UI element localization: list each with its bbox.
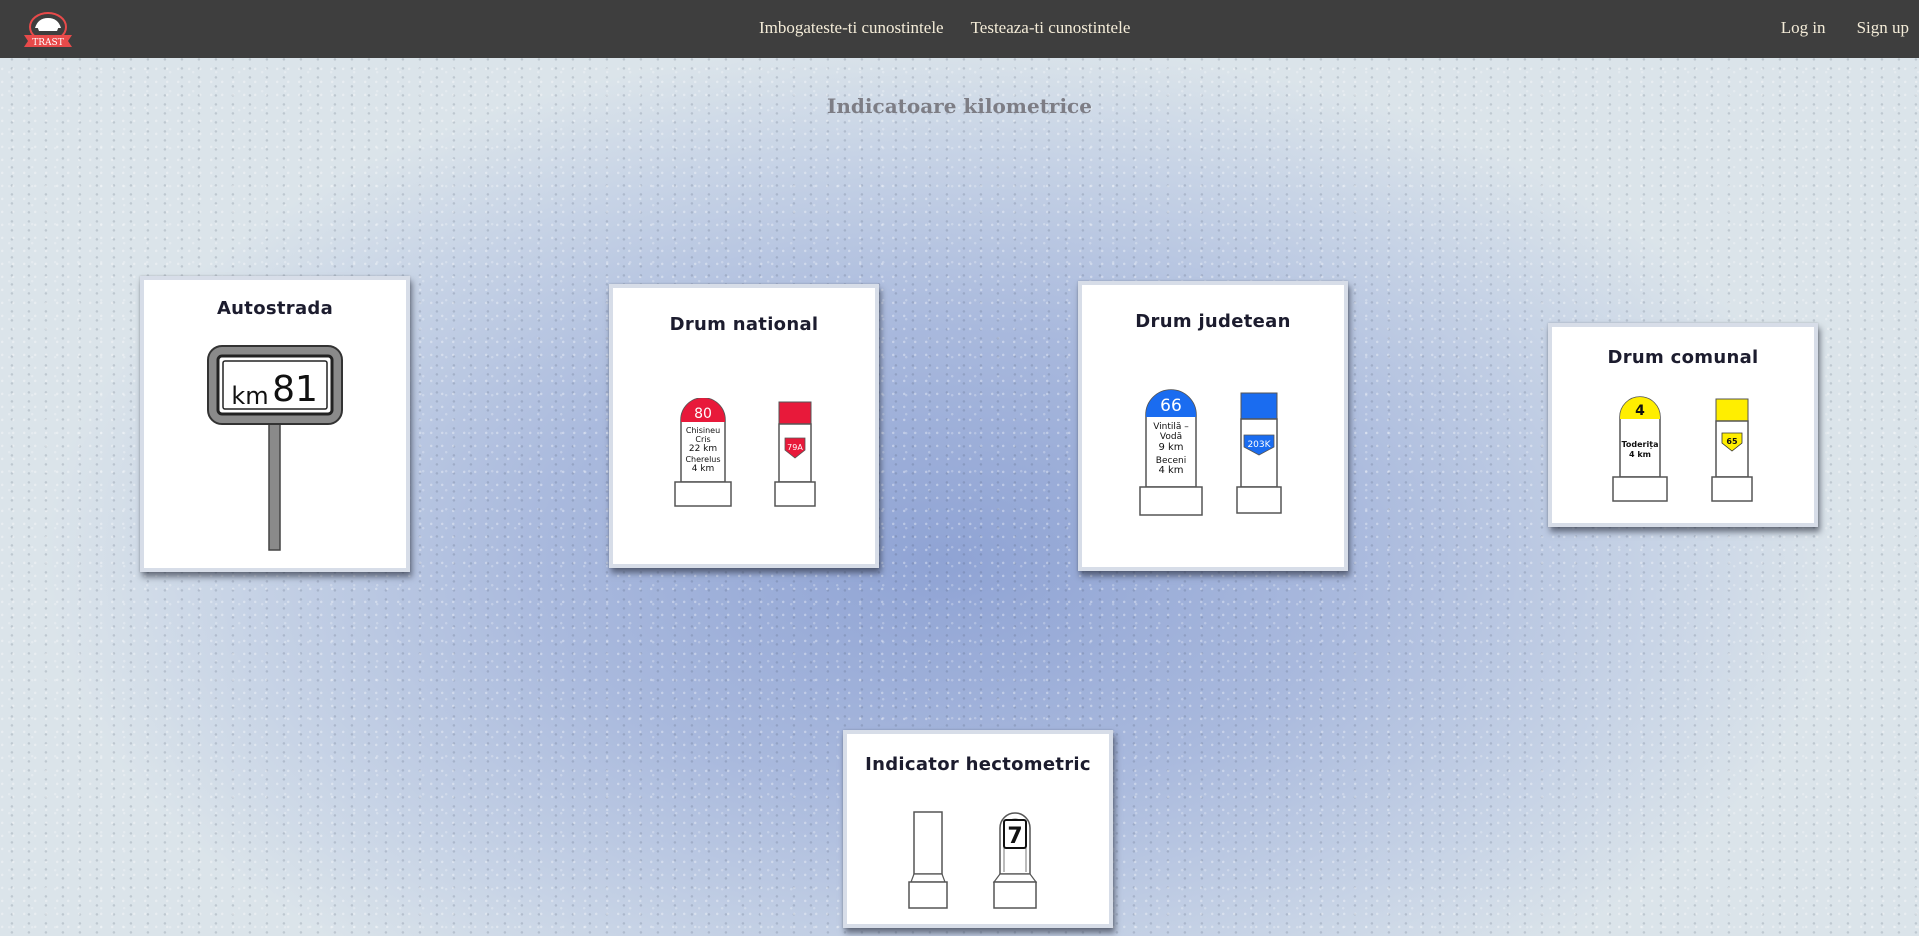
milestone-number: 66 (1160, 396, 1182, 416)
card-autostrada[interactable]: Autostrada km 81 (140, 276, 410, 572)
sign-km-number: 81 (272, 369, 318, 410)
hectometric-numbered-post: 7 (992, 812, 1038, 909)
top-navbar: TRAST Imbogateste-ti cunostintele Testea… (0, 0, 1919, 58)
card-drum-judetean[interactable]: Drum judetean 66 Vintilă – Vodă 9 km Bec… (1078, 281, 1348, 571)
card-title: Drum national (669, 314, 819, 335)
login-link[interactable]: Log in (1781, 18, 1826, 38)
svg-text:9 km: 9 km (1158, 442, 1183, 453)
auth-nav: Log in Sign up (1781, 18, 1909, 38)
milestone-number: 4 (1635, 403, 1645, 419)
svg-text:Toderița: Toderița (1622, 440, 1659, 450)
card-indicator-hectometric[interactable]: Indicator hectometric 7 (843, 730, 1113, 928)
drum-comunal-right-milestone: 65 (1711, 398, 1753, 502)
road-code: 65 (1726, 437, 1738, 446)
logo-text: TRAST (32, 38, 63, 48)
svg-text:Vintilă –: Vintilă – (1153, 422, 1189, 432)
svg-text:Vodă: Vodă (1160, 432, 1182, 442)
svg-text:Cherelus: Cherelus (685, 455, 720, 464)
sign-km-prefix: km (231, 382, 268, 410)
signup-link[interactable]: Sign up (1857, 18, 1909, 38)
card-drum-comunal[interactable]: Drum comunal 4 Toderița 4 km 65 (1548, 323, 1818, 527)
drum-comunal-left-milestone: 4 Toderița 4 km (1612, 396, 1668, 502)
trast-logo[interactable]: TRAST (20, 6, 76, 50)
drum-national-left-milestone: 80 Chisineu Cris 22 km Cherelus 4 km (674, 398, 732, 507)
nav-link-learn[interactable]: Imbogateste-ti cunostintele (759, 18, 944, 38)
drum-national-right-milestone: 79A (774, 401, 816, 507)
road-code: 79A (787, 443, 803, 452)
hectometer-number: 7 (1007, 824, 1022, 849)
drum-judetean-left-milestone: 66 Vintilă – Vodă 9 km Beceni 4 km (1139, 389, 1203, 516)
card-title: Drum judetean (1135, 311, 1291, 332)
page-title: Indicatoare kilometrice (827, 94, 1092, 118)
svg-text:22 km: 22 km (689, 444, 717, 454)
svg-text:Cris: Cris (695, 435, 710, 444)
main-nav: Imbogateste-ti cunostintele Testeaza-ti … (759, 18, 1130, 38)
milestone-number: 80 (694, 406, 712, 422)
card-title: Drum comunal (1607, 347, 1759, 368)
hectometric-plain-post (908, 811, 948, 909)
card-title: Indicator hectometric (865, 754, 1091, 775)
card-drum-national[interactable]: Drum national 80 Chisineu Cris 22 km Che… (609, 284, 879, 568)
nav-link-test[interactable]: Testeaza-ti cunostintele (971, 18, 1131, 38)
card-title: Autostrada (216, 298, 334, 319)
svg-text:Chisineu: Chisineu (686, 426, 720, 435)
svg-text:4 km: 4 km (1629, 450, 1651, 459)
svg-text:4 km: 4 km (692, 464, 715, 474)
autostrada-km-sign-image: km 81 (207, 345, 343, 551)
road-code: 203K (1247, 440, 1271, 450)
svg-text:4 km: 4 km (1158, 465, 1183, 476)
drum-judetean-right-milestone: 203K (1236, 392, 1282, 514)
